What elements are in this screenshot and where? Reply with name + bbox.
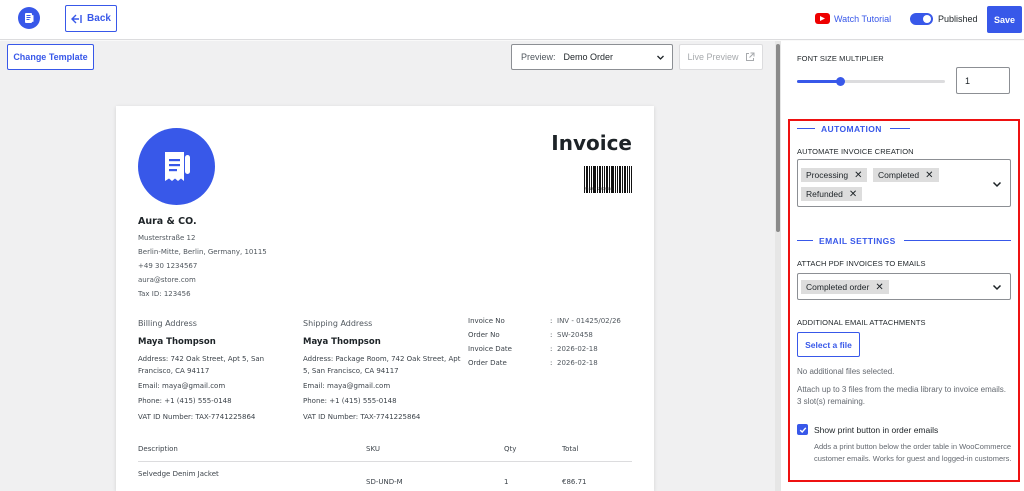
company-address-line: Berlin-Mitte, Berlin, Germany, 10115 (138, 248, 267, 256)
chip-label: Completed (878, 170, 920, 180)
chevron-down-icon[interactable] (992, 180, 1002, 189)
company-address-line: Musterstraße 12 (138, 234, 196, 242)
youtube-icon (815, 13, 830, 24)
back-label: Back (87, 13, 111, 24)
billing-phone: Phone: +1 (415) 555-0148 (138, 397, 232, 405)
font-size-input[interactable]: 1 (956, 67, 1010, 94)
billing-name: Maya Thompson (138, 337, 216, 347)
chip-completed-order: Completed order ✕ (801, 280, 889, 294)
shipping-phone: Phone: +1 (415) 555-0148 (303, 397, 397, 405)
back-button[interactable]: Back (65, 5, 117, 32)
section-divider (890, 128, 910, 129)
close-icon[interactable]: ✕ (849, 189, 857, 200)
document-icon[interactable] (18, 7, 40, 29)
chip-label: Completed order (806, 282, 870, 292)
table-cell-qty: 1 (504, 478, 509, 486)
font-size-slider-handle[interactable] (836, 77, 845, 86)
invoice-document: Invoice 75439 230964 Aura & CO. Musterst… (116, 106, 654, 491)
select-file-button[interactable]: Select a file (797, 332, 860, 357)
chip-label: Processing (806, 170, 849, 180)
back-arrow-icon (71, 14, 82, 23)
live-preview-button[interactable]: Live Preview (679, 44, 763, 70)
watch-tutorial-link[interactable]: Watch Tutorial (815, 13, 891, 24)
table-cell-description: Selvedge Denim Jacket (138, 470, 219, 478)
close-icon[interactable]: ✕ (875, 282, 883, 293)
print-button-description: Adds a print button below the order tabl… (814, 442, 1012, 463)
published-toggle-group: Published (910, 13, 978, 25)
meta-value: SW-20458 (557, 331, 593, 339)
watch-tutorial-label: Watch Tutorial (834, 13, 892, 24)
meta-colon: : (550, 345, 553, 353)
meta-value: INV - 01425/02/26 (557, 317, 621, 325)
meta-key: Invoice Date (468, 345, 512, 353)
shipping-address: Address: Package Room, 742 Oak Street, A… (303, 355, 461, 375)
meta-key: Invoice No (468, 317, 505, 325)
shipping-email: Email: maya@gmail.com (303, 382, 391, 390)
published-toggle[interactable] (910, 13, 933, 25)
meta-value: 2026-02-18 (557, 345, 598, 353)
table-cell-total: €86.71 (562, 478, 587, 486)
meta-colon: : (550, 359, 553, 367)
print-button-checkbox[interactable] (797, 424, 808, 435)
chevron-down-icon (657, 55, 664, 60)
billing-vat: VAT ID Number: TAX-7741225864 (138, 413, 256, 421)
invoice-title: Invoice (551, 131, 632, 155)
email-settings-title: EMAIL SETTINGS (813, 236, 902, 246)
scrollbar-thumb[interactable] (776, 44, 780, 232)
attach-label: ATTACH PDF INVOICES TO EMAILS (797, 259, 926, 268)
section-divider (904, 240, 1011, 241)
close-icon[interactable]: ✕ (854, 170, 862, 181)
table-header-total: Total (562, 445, 579, 453)
chip-processing: Processing ✕ (801, 168, 868, 182)
preview-select[interactable]: Preview: Demo Order (511, 44, 673, 70)
chip-refunded: Refunded ✕ (801, 187, 863, 201)
shipping-vat: VAT ID Number: TAX-7741225864 (303, 413, 421, 421)
external-link-icon (745, 52, 755, 61)
published-label: Published (938, 14, 978, 24)
company-phone: +49 30 1234567 (138, 262, 198, 270)
automate-label: AUTOMATE INVOICE CREATION (797, 147, 914, 156)
meta-colon: : (550, 331, 553, 339)
check-icon (799, 426, 806, 433)
meta-colon: : (550, 317, 553, 325)
barcode-text: 75439 230964 (584, 187, 613, 191)
attach-help-text: Attach up to 3 files from the media libr… (797, 385, 1006, 406)
meta-key: Order No (468, 331, 500, 339)
billing-address: Address: 742 Oak Street, Apt 5, San Fran… (138, 355, 265, 375)
no-files-text: No additional files selected. (797, 367, 895, 376)
font-size-slider-fill (797, 80, 840, 83)
billing-heading: Billing Address (138, 319, 197, 328)
live-preview-label: Live Preview (687, 52, 739, 62)
change-template-button[interactable]: Change Template (7, 44, 94, 70)
chevron-down-icon[interactable] (992, 283, 1002, 292)
table-divider (138, 461, 632, 462)
print-button-label: Show print button in order emails (814, 425, 939, 435)
preview-label: Preview: (521, 52, 556, 62)
attachments-label: ADDITIONAL EMAIL ATTACHMENTS (797, 318, 926, 327)
chip-label: Refunded (806, 189, 843, 199)
chip-completed: Completed ✕ (873, 168, 939, 182)
shipping-heading: Shipping Address (303, 319, 373, 328)
meta-value: 2026-02-18 (557, 359, 598, 367)
table-header-sku: SKU (366, 445, 380, 453)
company-tax-id: Tax ID: 123456 (138, 290, 191, 298)
table-cell-sku: SD-UND-M (366, 478, 403, 486)
company-email: aura@store.com (138, 276, 196, 284)
font-size-label: FONT SIZE MULTIPLIER (797, 54, 884, 63)
company-name: Aura & CO. (138, 216, 197, 227)
meta-key: Order Date (468, 359, 507, 367)
receipt-icon (138, 128, 215, 205)
preview-value: Demo Order (563, 52, 614, 62)
automation-title: AUTOMATION (815, 124, 888, 134)
table-header-qty: Qty (504, 445, 517, 453)
table-header-description: Description (138, 445, 178, 453)
shipping-name: Maya Thompson (303, 337, 381, 347)
close-icon[interactable]: ✕ (925, 170, 933, 181)
save-button[interactable]: Save (987, 6, 1022, 33)
billing-email: Email: maya@gmail.com (138, 382, 226, 390)
top-bar: Back Watch Tutorial Published Save (0, 0, 1024, 40)
